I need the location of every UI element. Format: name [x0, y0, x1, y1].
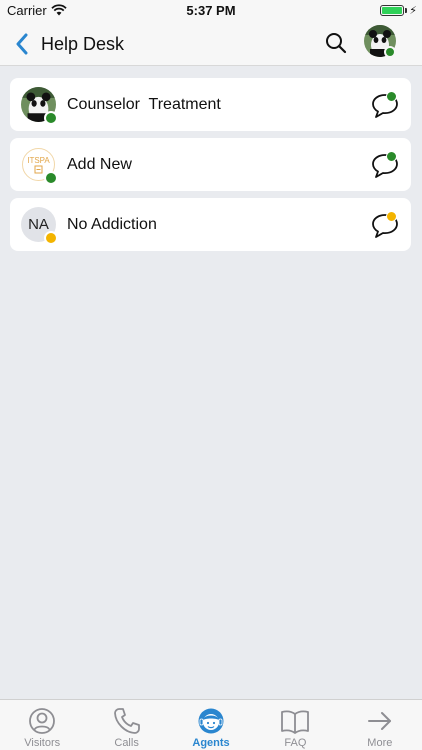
tab-more[interactable]: More — [338, 700, 422, 750]
chevron-left-icon — [16, 33, 28, 55]
tab-calls[interactable]: Calls — [84, 700, 168, 750]
tab-label: More — [367, 737, 393, 749]
charging-icon: ⚡ — [409, 5, 417, 17]
status-dot — [44, 111, 58, 125]
itspa-logo-text: ITSPA — [27, 156, 50, 165]
agent-name: Add New — [67, 156, 132, 173]
list-item[interactable]: NA No Addiction — [10, 198, 411, 251]
user-status-dot — [384, 46, 396, 58]
search-icon[interactable] — [324, 31, 348, 57]
tab-bar: Visitors Calls Agents FAQ More — [0, 699, 422, 750]
chat-status-dot — [386, 91, 397, 102]
tab-label: Agents — [192, 737, 230, 749]
book-icon — [281, 710, 310, 734]
status-bar: Carrier 5:37 PM ⚡ — [0, 0, 422, 22]
arrow-right-icon — [367, 712, 391, 730]
agent-headset-icon — [198, 708, 224, 734]
chat-status-dot — [386, 211, 397, 222]
phone-icon — [113, 708, 140, 734]
agent-name: Counselor Treatment — [67, 96, 221, 113]
tab-faq[interactable]: FAQ — [253, 700, 337, 750]
chat-status-dot — [386, 151, 397, 162]
back-button[interactable] — [8, 30, 36, 58]
tab-label: FAQ — [284, 737, 307, 749]
status-dot — [44, 171, 58, 185]
tab-agents[interactable]: Agents — [169, 700, 253, 750]
tab-label: Calls — [114, 737, 139, 749]
tab-visitors[interactable]: Visitors — [0, 700, 84, 750]
agent-name: No Addiction — [67, 216, 157, 233]
list-item[interactable]: Counselor Treatment — [10, 78, 411, 131]
agent-list: Counselor Treatment ITSPA Add New NA No … — [10, 78, 411, 258]
page-title: Help Desk — [41, 34, 125, 54]
battery-icon — [380, 5, 404, 16]
tab-label: Visitors — [24, 737, 61, 749]
battery-cap — [405, 8, 407, 13]
navigation-bar: Help Desk — [0, 22, 422, 66]
person-circle-icon — [29, 708, 56, 734]
avatar-initials: NA — [28, 216, 49, 233]
status-dot — [44, 231, 58, 245]
clock-label: 5:37 PM — [186, 3, 236, 18]
list-item[interactable]: ITSPA Add New — [10, 138, 411, 191]
